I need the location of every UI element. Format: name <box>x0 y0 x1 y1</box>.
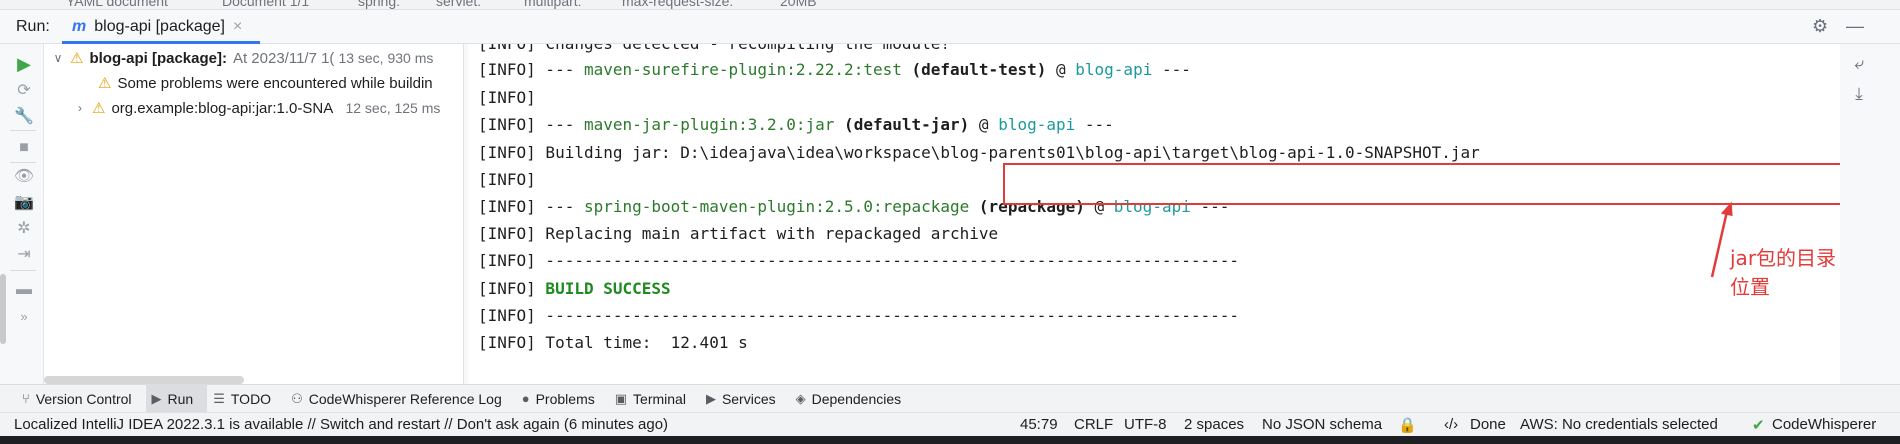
json-schema[interactable]: No JSON schema <box>1262 416 1382 433</box>
done-icon: ‹/› <box>1444 416 1459 433</box>
console-line: [INFO] ---------------------------------… <box>478 251 1239 270</box>
update-notification[interactable]: Localized IntelliJ IDEA 2022.3.1 is avai… <box>14 416 668 433</box>
console-line: [INFO] Replacing main artifact with repa… <box>478 224 999 243</box>
eye-icon[interactable]: 👁 <box>14 166 34 186</box>
console-line: [INFO] <box>478 170 536 189</box>
run-tab-label: blog-api [package] <box>94 17 225 35</box>
tab-dependencies[interactable]: ◈ Dependencies <box>790 385 916 413</box>
tree-row-root[interactable]: ∨ ⚠ blog-api [package]: At 2023/11/7 1( … <box>50 46 463 70</box>
tree-root-detail: At 2023/11/7 1( <box>232 49 335 67</box>
tab-version-control[interactable]: ⑂ Version Control <box>16 385 146 413</box>
codewhisperer-icon: ⚇ <box>291 390 303 406</box>
scrollbar[interactable] <box>0 274 6 344</box>
scroll-to-end-icon[interactable]: ⤓ <box>1848 84 1870 106</box>
console-output[interactable]: [INFO] Changes detected - recompiling th… <box>468 44 1840 384</box>
console-line: [INFO] --- maven-jar-plugin:3.2.0:jar (d… <box>478 115 1114 134</box>
import-icon[interactable]: ⇥ <box>14 244 34 264</box>
run-tool-window-header: Run: m blog-api [package] × ⚙ — <box>0 10 1900 44</box>
dependencies-icon: ◈ <box>795 390 806 406</box>
minus-icon[interactable]: — <box>1846 16 1864 37</box>
console-line-building-jar: [INFO] Building jar: D:\ideajava\idea\wo… <box>478 143 1480 162</box>
console-line-build-success: [INFO] BUILD SUCCESS <box>478 279 671 298</box>
gear-icon[interactable]: ⚙ <box>1812 16 1828 37</box>
rerun-icon[interactable]: ▶ <box>14 54 34 74</box>
warning-icon: ⚠ <box>92 100 106 117</box>
chevron-down-icon[interactable]: ∨ <box>50 51 66 65</box>
console-line: [INFO] --- maven-surefire-plugin:2.22.2:… <box>478 60 1191 79</box>
toolbar-divider <box>10 162 36 163</box>
annotation-label: jar包的目录位置 <box>1730 246 1837 299</box>
chevron-right-icon[interactable]: › <box>72 101 88 115</box>
tree-artifact-text: org.example:blog-api:jar:1.0-SNA <box>111 99 334 117</box>
console-line: [INFO] ---------------------------------… <box>478 306 1239 325</box>
editor-breadcrumb-strip: YAML document Document 1/1 spring: servl… <box>0 0 1900 10</box>
taskbar-strip <box>0 436 1900 444</box>
toolbar-divider <box>10 130 36 131</box>
tree-root-title: blog-api [package]: <box>89 49 227 67</box>
tab-services[interactable]: ▶ Services <box>700 385 790 413</box>
run-label: Run: <box>16 18 50 35</box>
status-bar: Localized IntelliJ IDEA 2022.3.1 is avai… <box>0 412 1900 436</box>
stop-icon[interactable]: ■ <box>14 138 34 158</box>
close-icon[interactable]: × <box>233 18 242 36</box>
run-tab-blog-api[interactable]: m blog-api [package] × <box>62 12 260 44</box>
console-line: [INFO] <box>478 88 536 107</box>
warning-icon: ⚠ <box>98 75 112 92</box>
run-actions-toolbar: ▶ ⟳ 🔧 ■ 👁 📷 ✲ ⇥ ▬ » <box>0 44 44 384</box>
tab-terminal[interactable]: ▣ Terminal <box>609 385 700 413</box>
breadcrumb-document[interactable]: Document 1/1 <box>222 0 309 9</box>
breadcrumb-value[interactable]: 20MB <box>780 0 817 9</box>
check-icon: ✔ <box>1752 417 1765 434</box>
breadcrumb-max-request-size[interactable]: max-request-size: <box>622 0 733 9</box>
tab-codewhisperer-reference-log[interactable]: ⚇ CodeWhisperer Reference Log <box>285 385 516 413</box>
file-encoding[interactable]: UTF-8 <box>1124 416 1167 433</box>
services-icon: ▶ <box>705 390 716 406</box>
more-icon[interactable]: » <box>14 306 34 326</box>
tree-row-problem[interactable]: ⚠ Some problems were encountered while b… <box>94 71 463 95</box>
ide-window: YAML document Document 1/1 spring: servl… <box>0 0 1900 444</box>
breadcrumb-yaml[interactable]: YAML document <box>66 0 168 9</box>
indent-setting[interactable]: 2 spaces <box>1184 416 1244 433</box>
breadcrumb-multipart[interactable]: multipart: <box>524 0 582 9</box>
lock-icon[interactable]: 🔒 <box>1398 416 1417 434</box>
run-icon: ▶ <box>151 390 162 406</box>
scrollbar[interactable] <box>44 376 244 384</box>
tree-problem-text: Some problems were encountered while bui… <box>117 74 433 92</box>
terminal-icon: ▣ <box>614 390 628 406</box>
toolbar-divider <box>10 270 36 271</box>
tool-window-bar: ⑂ Version Control ▶ Run ☰ TODO ⚇ CodeWhisper… <box>0 384 1900 413</box>
camera-icon[interactable]: 📷 <box>14 192 34 212</box>
done-status[interactable]: Done <box>1470 416 1506 433</box>
tree-row-artifact[interactable]: › ⚠ org.example:blog-api:jar:1.0-SNA 12 … <box>72 96 463 120</box>
aws-credentials[interactable]: AWS: No credentials selected <box>1520 416 1718 433</box>
version-control-icon: ⑂ <box>22 391 30 406</box>
breadcrumb-spring[interactable]: spring: <box>358 0 400 9</box>
build-tree: ∨ ⚠ blog-api [package]: At 2023/11/7 1( … <box>44 44 464 384</box>
console-line: [INFO] Total time: 12.401 s <box>478 333 748 352</box>
rerun-failed-icon[interactable]: ⟳ <box>14 80 34 100</box>
layout-icon[interactable]: ▬ <box>14 280 34 300</box>
tab-todo[interactable]: ☰ TODO <box>207 385 285 413</box>
bug-icon[interactable]: ✲ <box>14 218 34 238</box>
soft-wrap-icon[interactable]: ⤶ <box>1848 54 1870 76</box>
line-separator[interactable]: CRLF <box>1074 416 1113 433</box>
codewhisperer-status[interactable]: CodeWhisperer <box>1772 416 1876 433</box>
tree-artifact-time: 12 sec, 125 ms <box>345 100 441 116</box>
todo-icon: ☰ <box>213 390 225 406</box>
breadcrumb-servlet[interactable]: servlet: <box>436 0 481 9</box>
tab-run[interactable]: ▶ Run <box>145 384 208 413</box>
problems-icon: ● <box>521 391 530 406</box>
warning-icon: ⚠ <box>70 50 84 67</box>
tab-problems[interactable]: ● Problems <box>516 385 609 413</box>
maven-icon: m <box>72 17 87 35</box>
wrench-icon[interactable]: 🔧 <box>14 106 34 126</box>
tree-root-time: 13 sec, 930 ms <box>338 50 434 66</box>
caret-position[interactable]: 45:79 <box>1020 416 1058 433</box>
